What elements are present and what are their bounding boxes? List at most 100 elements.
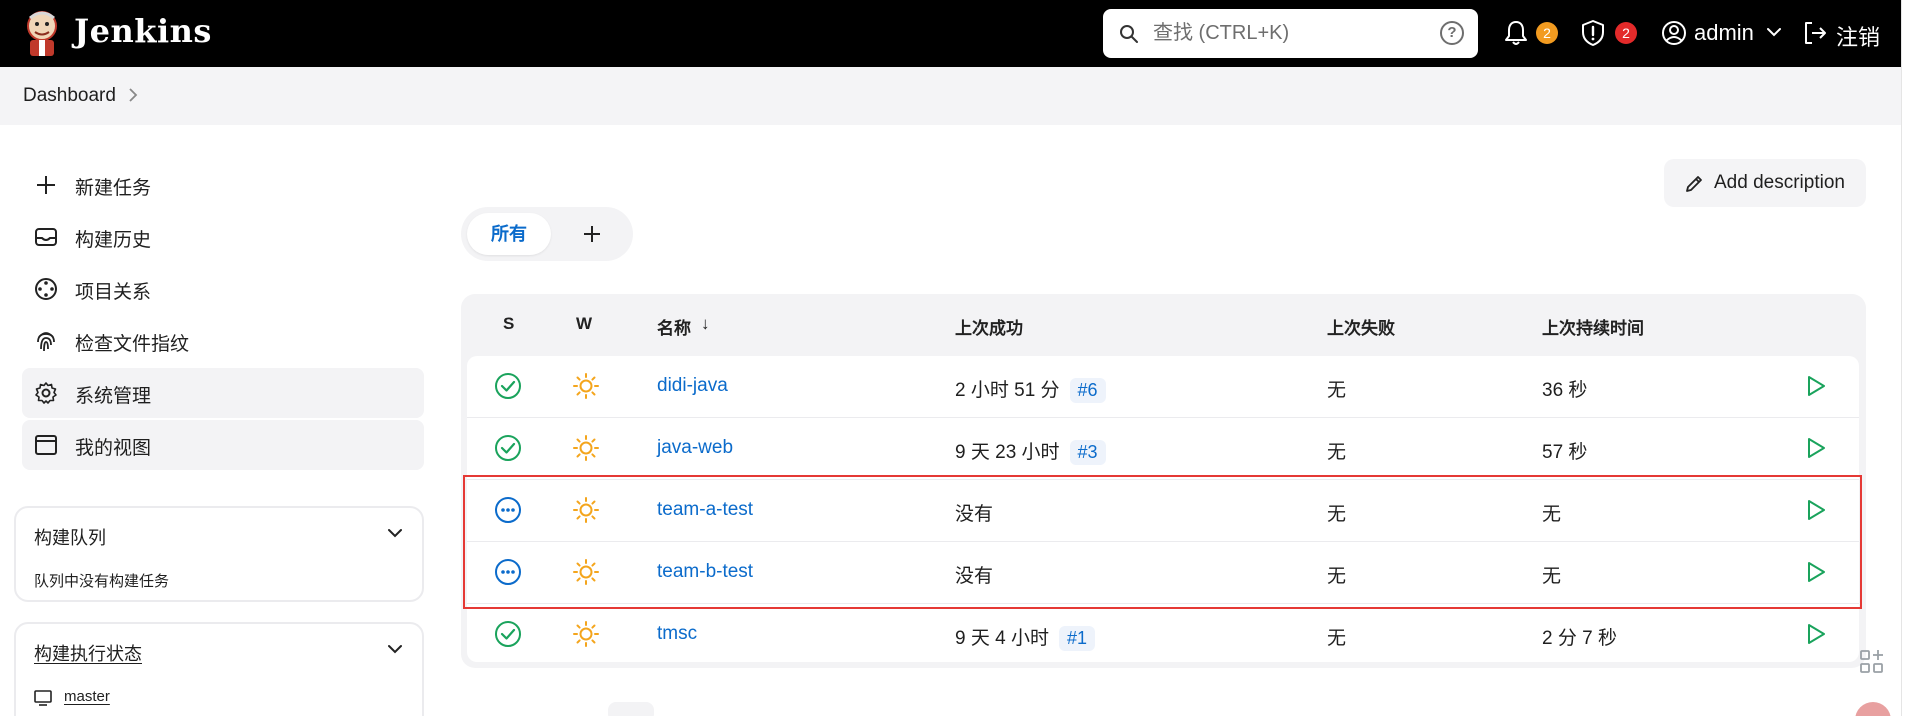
play-icon[interactable] xyxy=(1804,374,1828,398)
sunny-weather-icon xyxy=(573,559,599,585)
table-row: java-web 9 天 23 小时 #3 无 57 秒 xyxy=(467,418,1859,480)
sidebar-item-build-history[interactable]: 构建历史 xyxy=(22,212,424,262)
breadcrumb: Dashboard xyxy=(0,67,1901,125)
last-duration-cell: 无 xyxy=(1542,504,1562,525)
column-header-last-duration[interactable]: 上次持续时间 xyxy=(1542,314,1644,339)
success-status-icon xyxy=(495,621,521,647)
last-success-cell: 9 天 4 小时 #1 xyxy=(955,623,1096,651)
column-header-w[interactable]: W xyxy=(576,314,592,334)
build-queue-title[interactable]: 构建队列 xyxy=(34,524,106,550)
column-header-last-failure[interactable]: 上次失败 xyxy=(1327,314,1395,339)
jenkins-logo-icon[interactable] xyxy=(22,8,62,58)
logout-button[interactable]: 注销 xyxy=(1802,14,1882,52)
window-icon xyxy=(35,435,57,455)
build-number-link[interactable]: #3 xyxy=(1069,440,1106,465)
sidebar-item-label: 检查文件指纹 xyxy=(75,334,190,355)
search-input[interactable] xyxy=(1153,17,1423,49)
computer-icon xyxy=(34,690,52,706)
sunny-weather-icon xyxy=(573,373,599,399)
build-queue-empty: 队列中没有构建任务 xyxy=(34,573,170,590)
sidebar-item-label: 项目关系 xyxy=(75,282,152,303)
executors-title[interactable]: 构建执行状态 xyxy=(34,640,142,666)
job-name-link[interactable]: team-a-test xyxy=(657,499,753,521)
inbox-icon xyxy=(35,228,57,246)
not-built-status-icon xyxy=(495,559,521,585)
tab-all[interactable]: 所有 xyxy=(467,213,551,255)
logout-icon xyxy=(1805,22,1826,44)
build-number-link[interactable]: #1 xyxy=(1058,626,1096,651)
notifications-button[interactable]: 2 xyxy=(1504,14,1558,52)
table-row: team-a-test 没有 无 无 xyxy=(467,480,1859,542)
bell-icon xyxy=(1505,21,1527,45)
sidebar-item-label: 构建历史 xyxy=(75,230,152,251)
search-icon xyxy=(1120,25,1138,43)
sidebar-item-manage[interactable]: 系统管理 xyxy=(22,368,424,418)
table-row: didi-java 2 小时 51 分 #6 无 36 秒 xyxy=(467,356,1859,418)
play-icon[interactable] xyxy=(1804,622,1828,646)
column-header-s[interactable]: S xyxy=(503,314,514,334)
pencil-icon xyxy=(1686,176,1702,192)
job-name-link[interactable]: team-b-test xyxy=(657,561,753,583)
chevron-down-icon[interactable] xyxy=(388,528,402,538)
sunny-weather-icon xyxy=(573,621,599,647)
sidebar-item-label: 系统管理 xyxy=(75,386,152,407)
breadcrumb-dashboard[interactable]: Dashboard xyxy=(23,85,116,107)
floating-assistant-icon[interactable] xyxy=(1855,702,1891,716)
chevron-right-icon[interactable] xyxy=(128,87,138,103)
column-header-name[interactable]: 名称 xyxy=(657,314,691,339)
last-duration-cell: 2 分 7 秒 xyxy=(1542,628,1617,649)
last-failure-cell: 无 xyxy=(1327,380,1347,401)
add-description-button[interactable]: Add description xyxy=(1664,159,1866,207)
sidebar-item-my-views[interactable]: 我的视图 xyxy=(22,420,424,470)
job-name-link[interactable]: tmsc xyxy=(657,623,697,645)
security-button[interactable]: 2 xyxy=(1581,14,1639,52)
chevron-down-icon[interactable] xyxy=(388,644,402,654)
sidebar-item-label: 新建任务 xyxy=(75,178,152,199)
security-badge: 2 xyxy=(1615,22,1637,44)
notifications-badge: 2 xyxy=(1536,22,1558,44)
sidebar-item-fingerprint[interactable]: 检查文件指纹 xyxy=(22,316,424,366)
play-icon[interactable] xyxy=(1804,560,1828,584)
table-row: team-b-test 没有 无 无 xyxy=(467,542,1859,604)
grid-add-icon[interactable] xyxy=(1858,648,1886,676)
search-help-icon[interactable]: ? xyxy=(1440,21,1464,45)
job-name-link[interactable]: java-web xyxy=(657,437,733,459)
sunny-weather-icon xyxy=(573,497,599,523)
brand-title[interactable]: Jenkins xyxy=(74,12,212,50)
executor-node-master[interactable]: master xyxy=(64,688,110,705)
last-success-time: 9 天 23 小时 xyxy=(955,442,1060,463)
last-duration-cell: 36 秒 xyxy=(1542,380,1588,401)
pagination-stub[interactable] xyxy=(608,702,654,716)
last-failure-cell: 无 xyxy=(1327,442,1347,463)
last-success-time: 2 小时 51 分 xyxy=(955,380,1060,401)
play-icon[interactable] xyxy=(1804,498,1828,522)
last-failure-cell: 无 xyxy=(1327,566,1347,587)
search-box[interactable]: ? xyxy=(1103,9,1478,58)
last-success-cell: 2 小时 51 分 #6 xyxy=(955,375,1106,403)
jobs-table-body: didi-java 2 小时 51 分 #6 无 36 秒 java-web 9… xyxy=(467,356,1859,662)
build-number-link[interactable]: #6 xyxy=(1069,378,1106,403)
relations-icon xyxy=(35,278,57,300)
last-failure-cell: 无 xyxy=(1327,504,1347,525)
last-success-cell: 没有 xyxy=(955,566,994,587)
sidebar-item-new-job[interactable]: 新建任务 xyxy=(22,160,424,210)
last-success-cell: 没有 xyxy=(955,504,994,525)
sidebar-item-label: 我的视图 xyxy=(75,438,152,459)
sort-arrow-icon: ↓ xyxy=(701,314,710,333)
fingerprint-icon xyxy=(37,332,55,352)
user-menu[interactable]: admin xyxy=(1661,14,1781,52)
play-icon[interactable] xyxy=(1804,436,1828,460)
page-scrollbar[interactable] xyxy=(1901,0,1911,716)
top-header: Jenkins ? 2 2 admin xyxy=(0,0,1901,67)
plus-icon xyxy=(37,176,55,194)
sidebar-item-project-relations[interactable]: 项目关系 xyxy=(22,264,424,314)
last-duration-cell: 57 秒 xyxy=(1542,442,1588,463)
job-name-link[interactable]: didi-java xyxy=(657,375,728,397)
build-queue-card: 构建队列 队列中没有构建任务 xyxy=(14,506,424,602)
executors-card: 构建执行状态 master xyxy=(14,622,424,716)
add-description-label: Add description xyxy=(1714,172,1845,193)
view-tabs: 所有 xyxy=(461,207,633,261)
add-view-icon[interactable] xyxy=(582,224,602,244)
column-header-last-success[interactable]: 上次成功 xyxy=(955,314,1023,339)
not-built-status-icon xyxy=(495,497,521,523)
